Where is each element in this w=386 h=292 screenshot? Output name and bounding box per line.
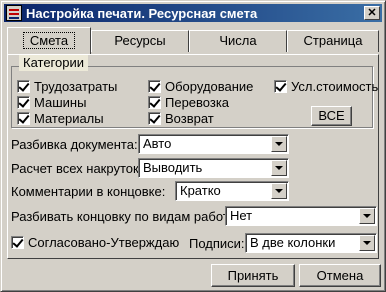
checkbox-label: Материалы xyxy=(34,111,104,126)
checkbox-cond-cost[interactable]: Усл.стоимость xyxy=(274,79,378,94)
title-bar[interactable]: Настройка печати. Ресурсная смета ✕ xyxy=(4,4,382,22)
checkbox-materials[interactable]: Материалы xyxy=(17,111,104,126)
signatures-label: Подписи: xyxy=(189,236,245,251)
checkbox-equipment[interactable]: Оборудование xyxy=(148,79,253,94)
chevron-down-icon[interactable] xyxy=(359,208,375,224)
checkbox-label: Согласовано-Утверждаю xyxy=(28,235,180,250)
markup-calc-value: Выводить xyxy=(143,160,203,175)
checkbox-approve[interactable]: Согласовано-Утверждаю xyxy=(11,235,179,250)
checkbox-box[interactable] xyxy=(17,112,30,125)
checkbox-box[interactable] xyxy=(17,80,30,93)
tab-numbers[interactable]: Числа xyxy=(189,30,287,52)
comments-label: Комментарии в концовке: xyxy=(11,184,166,199)
checkbox-box[interactable] xyxy=(11,236,24,249)
checkbox-label: Машины xyxy=(34,95,87,110)
checkbox-box[interactable] xyxy=(148,80,161,93)
app-icon xyxy=(6,5,22,21)
ending-split-select[interactable]: Нет xyxy=(225,206,377,226)
ending-split-label: Разбивать концовку по видам работ: xyxy=(11,209,233,224)
checkbox-label: Перевозка xyxy=(165,95,230,110)
tab-smeta[interactable]: Смета xyxy=(7,27,91,54)
comments-select[interactable]: Кратко xyxy=(175,181,289,201)
doc-split-select[interactable]: Авто xyxy=(138,134,289,154)
accept-button[interactable]: Принять xyxy=(211,264,295,287)
checkbox-label: Возврат xyxy=(165,111,214,126)
checkbox-transport[interactable]: Перевозка xyxy=(148,95,229,110)
chevron-down-icon[interactable] xyxy=(359,235,375,251)
tab-strip: Смета Ресурсы Числа Страница xyxy=(7,27,379,55)
doc-split-label: Разбивка документа: xyxy=(11,137,138,152)
chevron-down-icon[interactable] xyxy=(271,136,287,152)
signatures-select[interactable]: В две колонки xyxy=(245,233,377,253)
checkbox-return[interactable]: Возврат xyxy=(148,111,214,126)
chevron-down-icon[interactable] xyxy=(271,160,287,176)
checkbox-labor[interactable]: Трудозатраты xyxy=(17,79,117,94)
markup-calc-select[interactable]: Выводить xyxy=(138,158,289,178)
checkbox-box[interactable] xyxy=(148,96,161,109)
ending-split-value: Нет xyxy=(230,208,253,223)
checkbox-box[interactable] xyxy=(17,96,30,109)
doc-split-value: Авто xyxy=(143,136,172,151)
signatures-value: В две колонки xyxy=(250,235,336,250)
checkbox-machines[interactable]: Машины xyxy=(17,95,86,110)
markup-calc-label: Расчет всех накруток: xyxy=(11,161,143,176)
tab-page[interactable]: Страница xyxy=(287,30,379,52)
checkbox-box[interactable] xyxy=(274,80,287,93)
tab-resources[interactable]: Ресурсы xyxy=(91,30,189,52)
checkbox-box[interactable] xyxy=(148,112,161,125)
tab-label: Смета xyxy=(22,32,76,49)
chevron-down-icon[interactable] xyxy=(271,183,287,199)
select-all-button[interactable]: ВСЕ xyxy=(311,106,352,126)
checkbox-label: Трудозатраты xyxy=(34,79,118,94)
window-title: Настройка печати. Ресурсная смета xyxy=(26,5,258,21)
print-settings-dialog: Настройка печати. Ресурсная смета ✕ Смет… xyxy=(0,0,386,292)
checkbox-label: Усл.стоимость xyxy=(291,79,379,94)
checkbox-label: Оборудование xyxy=(165,79,254,94)
comments-value: Кратко xyxy=(180,183,221,198)
cancel-button[interactable]: Отмена xyxy=(299,264,381,287)
close-button[interactable]: ✕ xyxy=(364,6,380,20)
categories-group-label: Категории xyxy=(19,55,88,71)
